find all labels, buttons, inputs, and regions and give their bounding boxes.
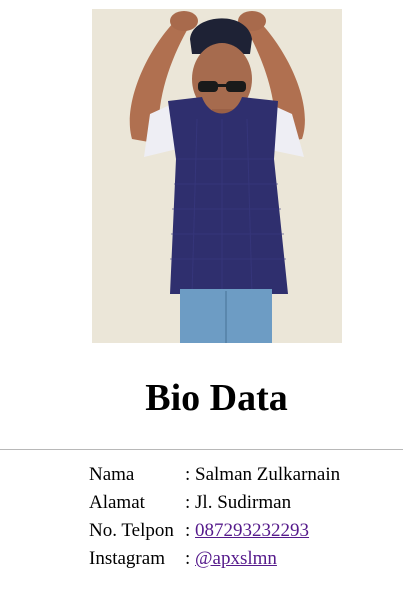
name-label: Nama	[89, 464, 135, 485]
separator: :	[185, 548, 191, 569]
phone-label: No. Telpon	[89, 520, 174, 541]
phone-value-cell: : 087293232293	[183, 517, 342, 545]
name-value-cell: : Salman Zulkarnain	[183, 461, 342, 489]
bio-table: Nama : Salman Zulkarnain Alamat : Jl. Su…	[87, 461, 342, 573]
table-row: Instagram : @apxslmn	[87, 545, 342, 573]
separator: :	[185, 464, 191, 485]
table-row: Nama : Salman Zulkarnain	[87, 461, 342, 489]
profile-photo	[92, 9, 342, 343]
address-label: Alamat	[89, 492, 145, 513]
section-divider	[0, 449, 403, 450]
separator: :	[185, 520, 191, 541]
address-value-cell: : Jl. Sudirman	[183, 489, 342, 517]
page-title: Bio Data	[145, 377, 288, 419]
table-row: Alamat : Jl. Sudirman	[87, 489, 342, 517]
separator: :	[185, 492, 191, 513]
table-row: No. Telpon : 087293232293	[87, 517, 342, 545]
address-value: Jl. Sudirman	[195, 492, 292, 513]
phone-link[interactable]: 087293232293	[195, 520, 309, 541]
bio-page: Bio Data Nama : Salman Zulkarnain Alamat…	[0, 0, 403, 597]
instagram-label: Instagram	[89, 548, 165, 569]
name-value: Salman Zulkarnain	[195, 464, 341, 485]
instagram-link[interactable]: @apxslmn	[195, 548, 277, 569]
instagram-value-cell: : @apxslmn	[183, 545, 342, 573]
